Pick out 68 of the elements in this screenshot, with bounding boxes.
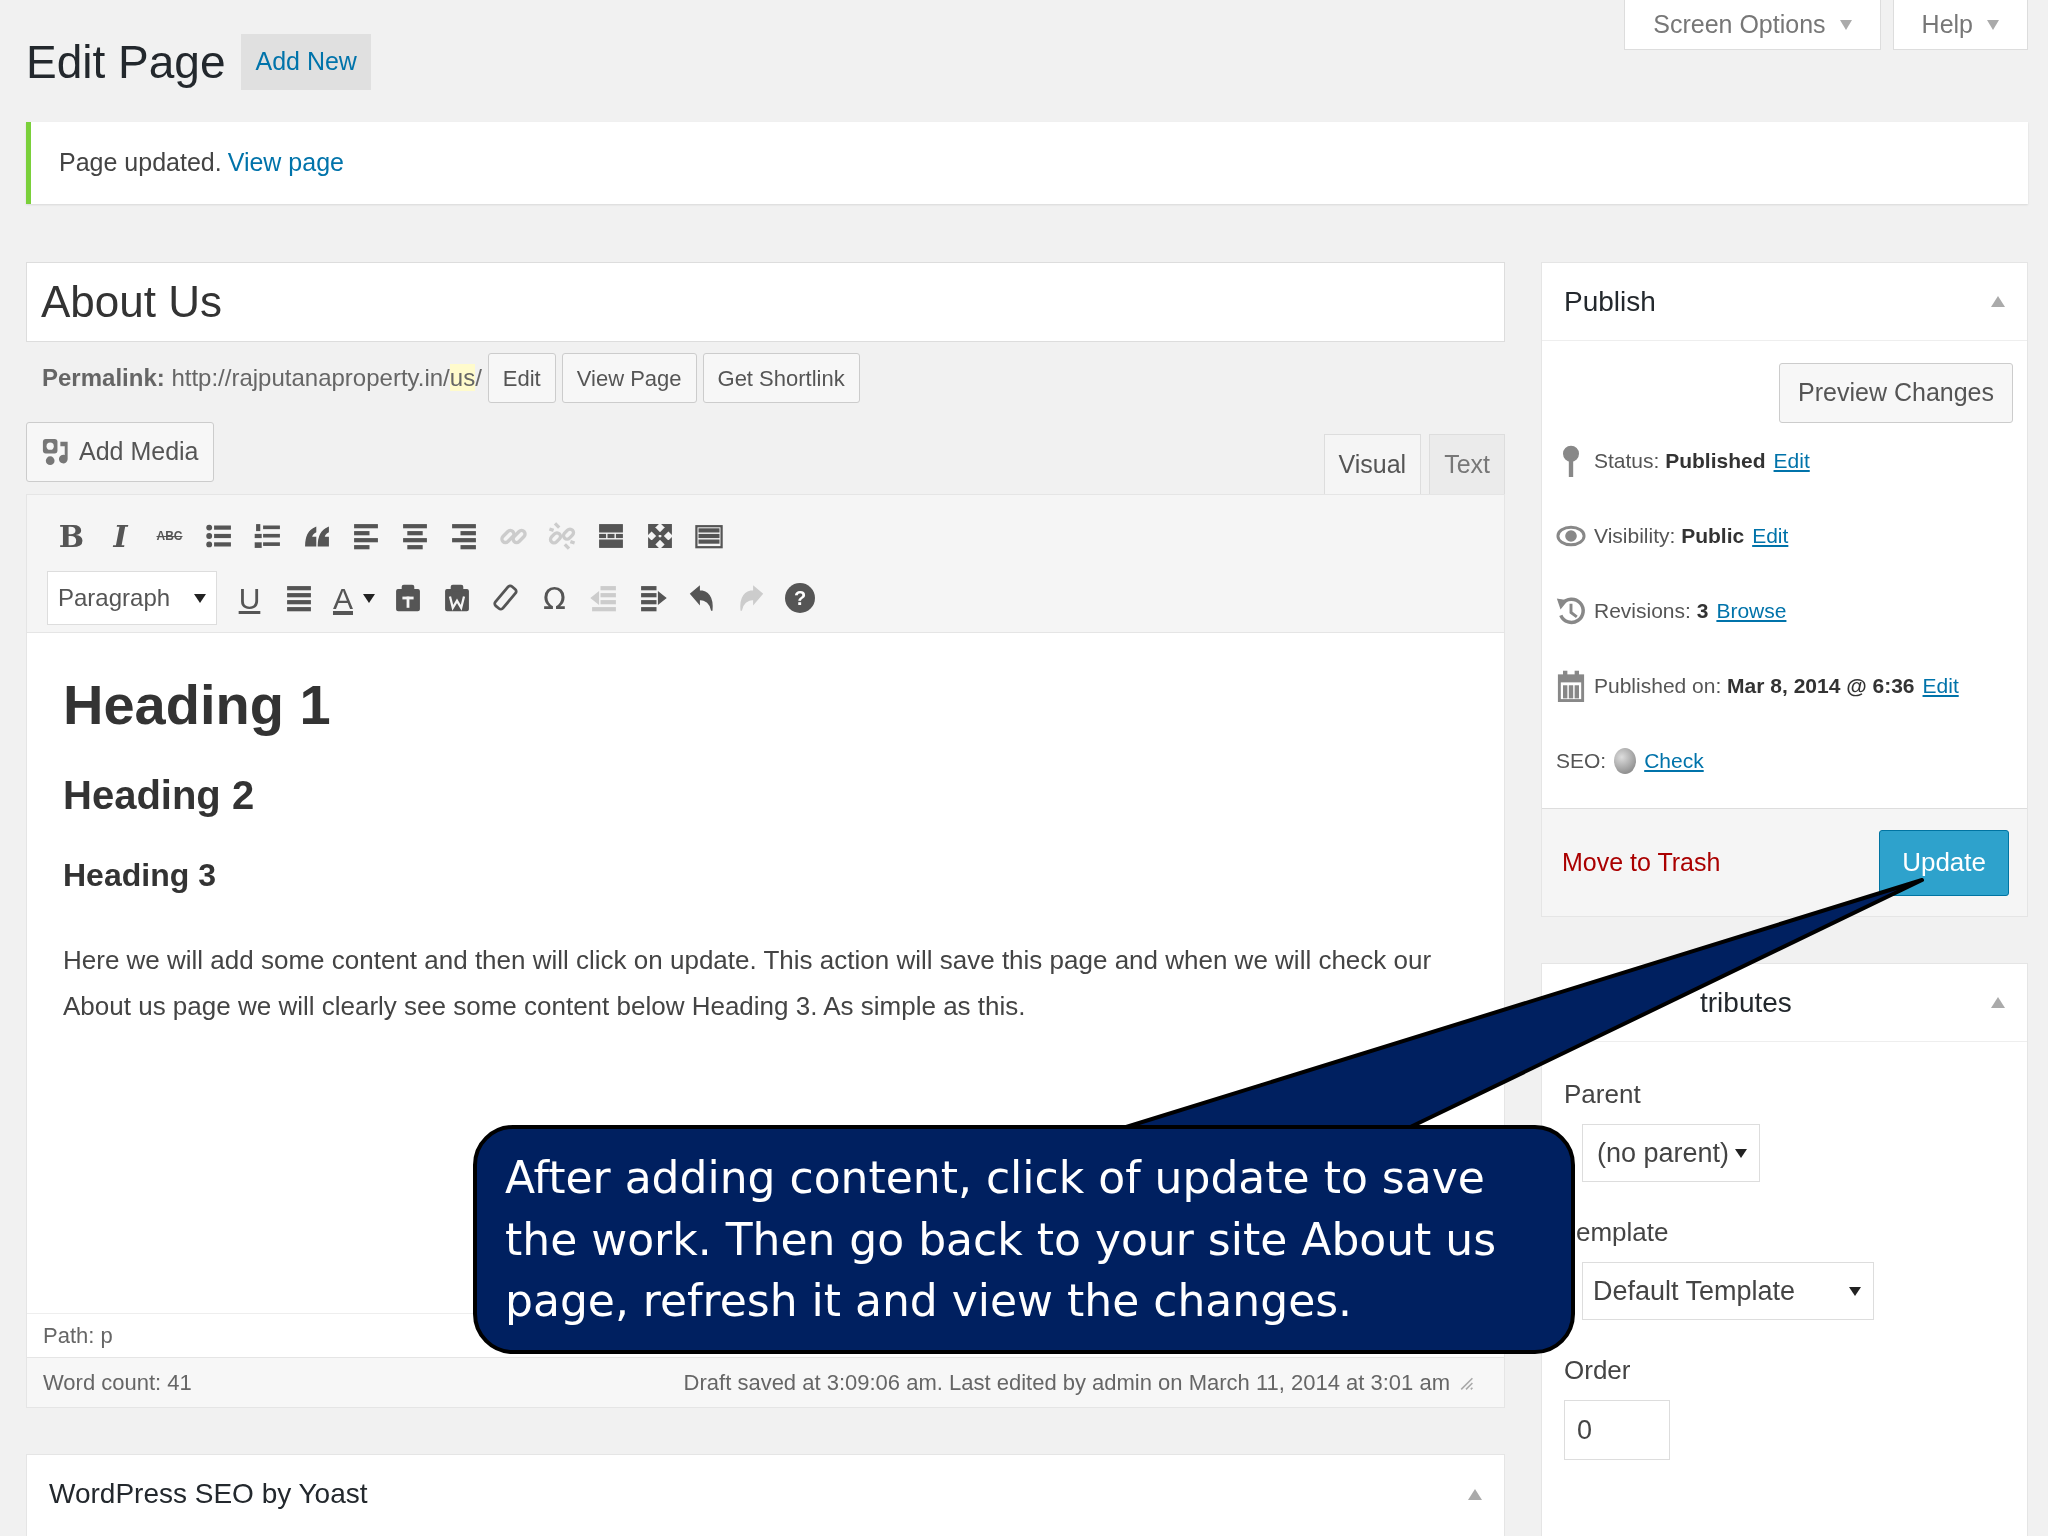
heading-text: Heading 2 [63, 772, 256, 819]
edit-link[interactable]: Edit [1752, 519, 1789, 552]
caret-icon [1735, 1148, 1747, 1158]
calendar-icon [1556, 669, 1586, 702]
history-icon [1556, 594, 1586, 627]
status-dot-icon [1614, 747, 1637, 774]
edit-link[interactable]: Check [1644, 744, 1704, 777]
notice-text: Page updated. [59, 147, 222, 179]
editor-tab[interactable]: Text [1429, 434, 1505, 494]
align-center-icon[interactable] [400, 522, 429, 550]
add-media-button[interactable]: Add Media [26, 422, 214, 482]
publish-info-text: Revisions: 3 [1594, 597, 1709, 624]
permalink-button[interactable]: Edit [487, 353, 556, 403]
undo-icon[interactable] [687, 584, 716, 612]
preview-changes-button[interactable]: Preview Changes [1779, 363, 2013, 423]
media-icon [41, 436, 71, 468]
field-label: Parent [1564, 1077, 1642, 1111]
screen-tab[interactable]: Screen Options [1624, 0, 1881, 50]
panel-title: WordPress SEO by Yoast [49, 1477, 368, 1511]
title-field[interactable]: About Us [26, 262, 1505, 342]
edit-link[interactable]: Edit [1773, 444, 1810, 477]
field-label: emplate [1575, 1215, 1670, 1249]
caret-icon [1839, 19, 1852, 30]
panel-title: tributes [1700, 985, 1792, 1020]
move-to-trash-link[interactable]: Move to Trash [1562, 843, 1721, 882]
publish-info-text: SEO: [1556, 747, 1607, 774]
page-title: Edit Page [26, 35, 226, 90]
word-count-text: Word count: 41 [43, 1369, 192, 1397]
screen-tab[interactable]: Help [1892, 0, 2028, 50]
view-page-link[interactable]: View page [227, 144, 344, 182]
edit-link[interactable]: Edit [1922, 669, 1959, 702]
read-more-icon[interactable] [596, 522, 625, 550]
autosave-text: Draft saved at 3:09:06 am. Last edited by admin on March 11, 2014 at 3:01 am [683, 1369, 1450, 1397]
heading-text: Heading 3 [63, 856, 217, 895]
numbered-list-icon[interactable] [253, 522, 282, 550]
justify-icon[interactable] [284, 584, 313, 612]
publish-info-text: Status: Published [1594, 447, 1766, 474]
add-new-button[interactable]: Add New [241, 34, 371, 90]
heading-text: Heading 1 [63, 672, 332, 738]
clipboard-icon[interactable] [393, 584, 422, 612]
caret-icon [1987, 19, 1999, 30]
field-label: Order [1564, 1353, 1632, 1387]
format-select[interactable]: Paragraph [47, 571, 217, 625]
paragraph-text: Here we will add some content and then will click on update. This action will save this page and when we will check our About us page we will clearly see some content below Heading 3. As simple as this. [63, 944, 1433, 1023]
indent-icon[interactable] [638, 584, 667, 612]
caret-icon [1849, 1286, 1861, 1296]
bulleted-list-icon[interactable] [204, 522, 233, 550]
panel-title: Publish [1564, 284, 1656, 319]
eraser-icon[interactable] [491, 584, 520, 612]
align-left-icon[interactable] [351, 522, 380, 550]
help-icon[interactable]: ? [785, 583, 815, 613]
edit-link[interactable]: Browse [1716, 594, 1787, 627]
keyboard-icon[interactable] [694, 522, 723, 550]
permalink-button[interactable]: Get Shortlink [702, 353, 860, 403]
select-field[interactable]: Default Template [1582, 1262, 1874, 1320]
select-field[interactable]: (no parent) [1582, 1124, 1760, 1182]
publish-info-text: Published on: Mar 8, 2014 @ 6:36 [1594, 672, 1915, 699]
fullscreen-icon[interactable] [645, 522, 674, 550]
publish-info-text: Visibility: Public [1594, 522, 1745, 549]
caret-icon [194, 593, 206, 603]
input-field[interactable]: 0 [1564, 1400, 1670, 1460]
editor-tab[interactable]: Visual [1323, 434, 1422, 494]
align-right-icon[interactable] [449, 522, 478, 550]
clipboard-icon[interactable] [442, 584, 471, 612]
callout: After adding content, click of update to save the work. Then go back to your site About us page, refresh it and view the changes. [473, 1125, 1575, 1354]
permalink-text: Permalink: http://rajputanaproperty.in/us/ [42, 363, 482, 393]
caret-icon [363, 593, 375, 603]
permalink-button[interactable]: View Page [561, 353, 697, 403]
